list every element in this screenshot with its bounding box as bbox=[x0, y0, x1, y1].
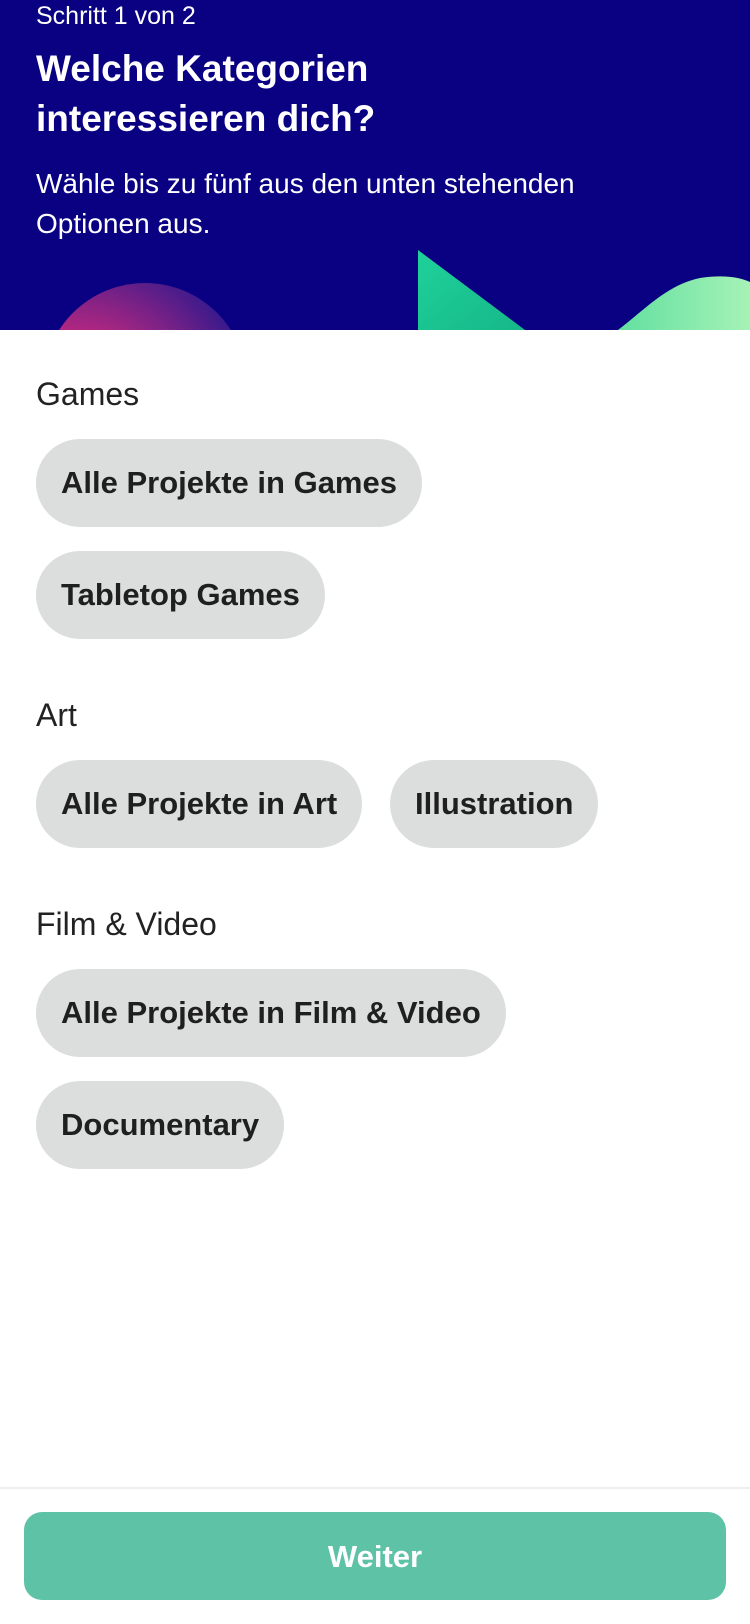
chip-documentary[interactable]: Documentary bbox=[36, 1081, 285, 1169]
footer-divider bbox=[0, 1487, 750, 1489]
green-wave-shape bbox=[618, 276, 750, 330]
section-title-art: Art bbox=[36, 697, 77, 733]
section-title-film-video: Film & Video bbox=[36, 906, 217, 942]
chip-tabletop-games[interactable]: Tabletop Games bbox=[36, 551, 325, 639]
pink-orb-shape bbox=[59, 283, 231, 330]
chip-all-games[interactable]: Alle Projekte in Games bbox=[36, 439, 422, 527]
continue-button[interactable]: Weiter bbox=[24, 1512, 726, 1600]
green-triangle-shape bbox=[418, 250, 525, 330]
page-subtitle: Wähle bis zu fünf aus den unten stehende… bbox=[36, 168, 575, 239]
section-title-games: Games bbox=[36, 376, 140, 412]
chip-illustration[interactable]: Illustration bbox=[390, 760, 599, 848]
header-banner: Schritt 1 von 2 Welche Kategorien intere… bbox=[0, 0, 750, 330]
chip-all-art[interactable]: Alle Projekte in Art bbox=[36, 760, 363, 848]
onboarding-screen: Schritt 1 von 2 Welche Kategorien intere… bbox=[0, 0, 750, 1624]
page-title: Welche Kategorien interessieren dich? bbox=[36, 48, 376, 139]
chip-all-film-video[interactable]: Alle Projekte in Film & Video bbox=[36, 969, 506, 1057]
step-indicator: Schritt 1 von 2 bbox=[36, 2, 196, 30]
